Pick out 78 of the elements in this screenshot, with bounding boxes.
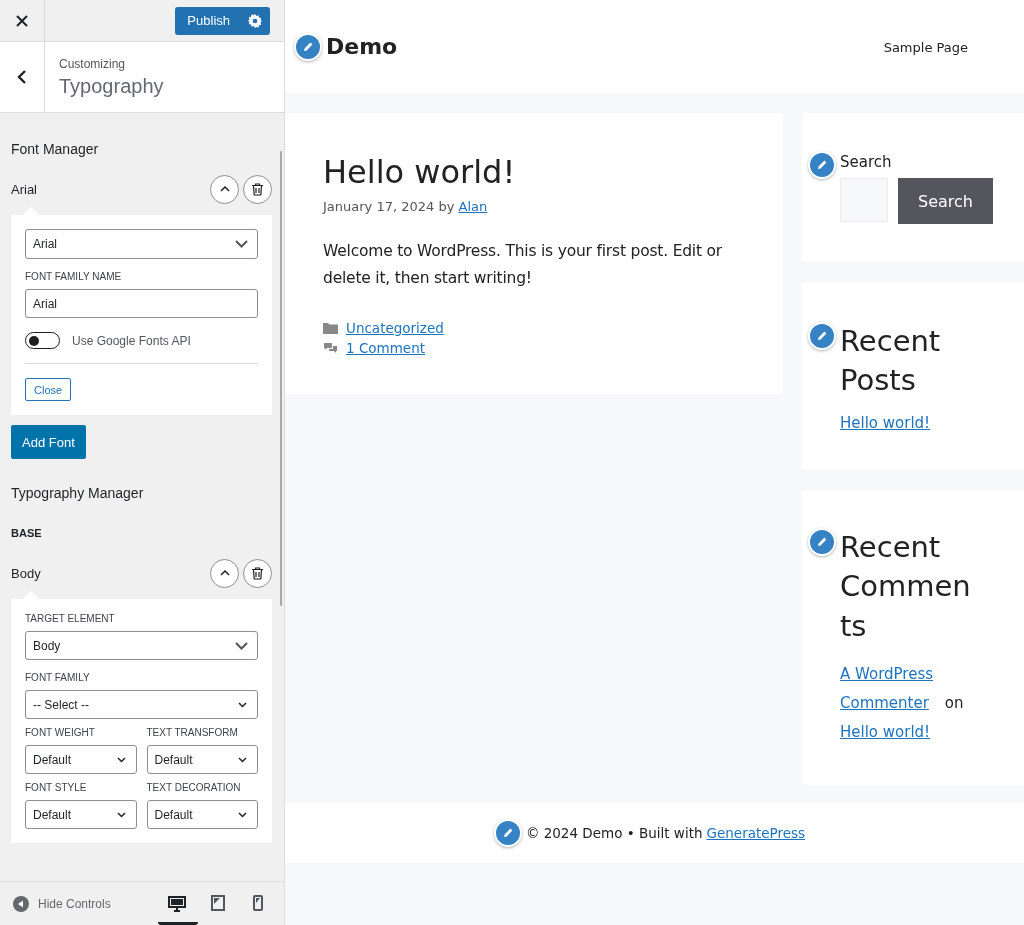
- toggle-switch[interactable]: [25, 332, 60, 349]
- chevron-down-icon: [235, 641, 248, 650]
- search-label: Search: [840, 153, 892, 171]
- group-label: BASE: [11, 527, 43, 539]
- widget-title: Recent Comments: [840, 529, 972, 645]
- element-name: Body: [11, 565, 41, 581]
- field-label: FONT FAMILY: [25, 672, 91, 683]
- edit-shortcut-icon[interactable]: [808, 528, 836, 557]
- chevron-icon: [219, 186, 230, 192]
- folder-icon: [323, 322, 338, 335]
- field-label: TEXT TRANSFORM: [146, 727, 239, 738]
- search-button[interactable]: Search: [898, 178, 993, 224]
- font-family-input[interactable]: Arial: [25, 289, 258, 318]
- font-name: Arial: [11, 181, 37, 197]
- delete-button[interactable]: [243, 174, 272, 204]
- close-button[interactable]: Close: [25, 378, 72, 401]
- comment-author-link[interactable]: A WordPress Commenter: [840, 659, 940, 719]
- dropdown[interactable]: -- Select --: [25, 690, 258, 719]
- dropdown[interactable]: Body: [25, 631, 258, 660]
- collapse-button[interactable]: [210, 558, 239, 588]
- site-title[interactable]: Demo: [326, 34, 398, 59]
- on-text: on: [944, 693, 964, 712]
- chevron-down-icon: [238, 756, 247, 763]
- delete-button[interactable]: [243, 558, 272, 588]
- font-select[interactable]: Arial: [25, 229, 258, 259]
- toggle-label: Use Google Fonts API: [72, 333, 191, 348]
- widget-title: Recent Posts: [840, 323, 942, 400]
- chevron-down-icon: [116, 756, 126, 763]
- copyright-text: © 2024 Demo • Built with: [525, 825, 703, 842]
- edit-shortcut-icon[interactable]: [808, 322, 836, 350]
- post-link[interactable]: Hello world!: [840, 414, 1004, 433]
- back-icon: [17, 70, 27, 84]
- edit-shortcut-icon[interactable]: [294, 32, 322, 61]
- post-link[interactable]: Hello world!: [840, 723, 931, 742]
- breadcrumb: Customizing: [59, 56, 127, 71]
- settings-icon: [248, 13, 262, 28]
- field-label: TARGET ELEMENT: [25, 613, 116, 624]
- close-icon: [16, 14, 28, 27]
- post-title: Hello world!: [323, 153, 517, 191]
- phone-icon: [253, 895, 263, 911]
- desktop-icon: [167, 895, 186, 912]
- edit-shortcut-icon[interactable]: [808, 151, 836, 179]
- section-heading: Font Manager: [11, 141, 100, 157]
- dropdown[interactable]: Default: [146, 800, 258, 829]
- section-title: Typography: [59, 74, 164, 98]
- publish-button[interactable]: Publish: [175, 6, 240, 35]
- comments-link[interactable]: 1 Comment: [346, 340, 426, 357]
- collapse-icon: [13, 895, 29, 912]
- chevron-icon: [219, 570, 230, 576]
- author-link[interactable]: Alan: [458, 199, 488, 214]
- scrollbar[interactable]: [280, 151, 282, 606]
- chevron-down-icon: [235, 240, 248, 248]
- tablet-icon: [211, 895, 225, 911]
- collapse-button[interactable]: [210, 174, 239, 204]
- nav-link[interactable]: Sample Page: [883, 40, 968, 55]
- trash-icon: [252, 566, 263, 580]
- dropdown[interactable]: Default: [25, 800, 137, 829]
- post-date: January 17, 2024: [323, 199, 435, 214]
- comments-icon: [323, 341, 338, 355]
- section-heading: Typography Manager: [11, 485, 145, 501]
- field-label: TEXT DECORATION: [146, 782, 242, 793]
- field-label: FONT FAMILY NAME: [25, 271, 123, 282]
- trash-icon: [252, 182, 263, 196]
- theme-link[interactable]: GeneratePress: [706, 825, 806, 842]
- byline: by: [438, 199, 455, 214]
- hide-controls-button[interactable]: Hide Controls: [0, 894, 117, 913]
- field-label: FONT WEIGHT: [25, 727, 96, 738]
- add-font-button[interactable]: Add Font: [11, 425, 86, 459]
- chevron-down-icon: [238, 811, 247, 818]
- post-body: Welcome to WordPress. This is your first post. Edit or delete it, then start writing!: [323, 241, 724, 290]
- chevron-down-icon: [116, 811, 126, 818]
- field-label: FONT STYLE: [25, 782, 88, 793]
- chevron-down-icon: [238, 701, 247, 708]
- settings-button[interactable]: [240, 6, 270, 35]
- dropdown[interactable]: Default: [146, 745, 258, 774]
- category-link[interactable]: Uncategorized: [346, 320, 444, 337]
- dropdown[interactable]: Default: [25, 745, 137, 774]
- edit-shortcut-icon[interactable]: [493, 819, 522, 848]
